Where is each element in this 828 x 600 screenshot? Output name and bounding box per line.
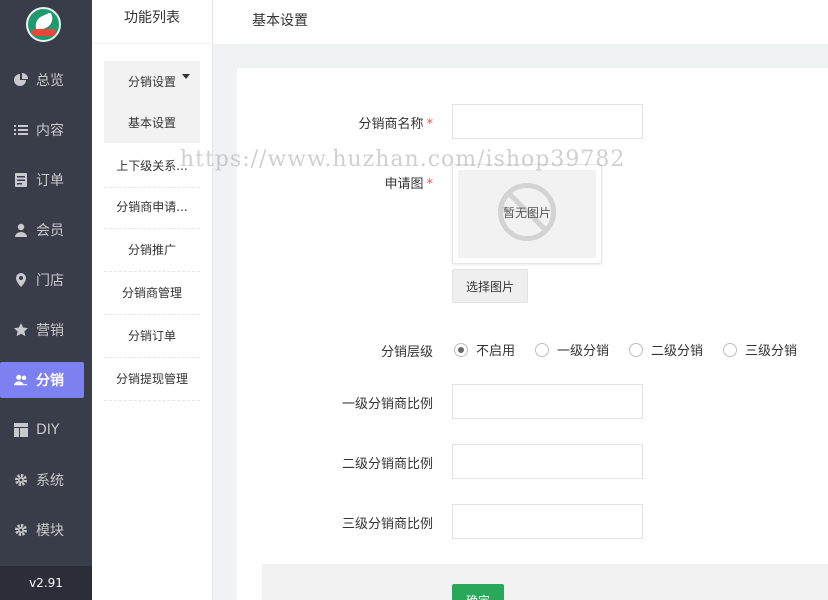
user-icon: [14, 223, 28, 237]
image-preview: 暂无图片: [452, 164, 602, 264]
function-list-panel: 功能列表 分销设置 基本设置 上下级关系... 分销商申请... 分销推广 分销…: [92, 0, 213, 600]
radio-level-1[interactable]: 一级分销: [535, 340, 609, 359]
ratio-level-1-label: 一级分销商比例: [341, 397, 433, 412]
sub-item-applications[interactable]: 分销商申请...: [104, 186, 200, 229]
nav-item-label: 会员: [36, 223, 64, 239]
watermark-text: https://www.huzhan.com/ishop39782: [180, 147, 626, 172]
nav-item-label: 模块: [36, 523, 64, 539]
main-nav: 总览 内容 订单 会员 门店 营销 分销 DIY 系统 模块 v2.91: [0, 0, 92, 600]
function-list-title: 功能列表: [92, 0, 212, 44]
top-bar: 基本设置: [213, 0, 828, 44]
sub-item-basic-settings[interactable]: 基本设置: [104, 103, 200, 143]
nav-item-label: DIY: [36, 422, 60, 438]
caret-down-icon: [182, 74, 190, 79]
nav-item-content[interactable]: 内容: [0, 112, 92, 148]
ratio-level-3-label: 三级分销商比例: [341, 517, 433, 532]
radio-dot: [535, 342, 550, 357]
nav-item-distribution[interactable]: 分销: [0, 362, 84, 398]
gear-icon: [14, 473, 28, 487]
nav-item-system[interactable]: 系统: [0, 462, 92, 498]
nav-item-marketing[interactable]: 营销: [0, 312, 92, 348]
radio-level-3[interactable]: 三级分销: [723, 340, 797, 359]
nav-item-members[interactable]: 会员: [0, 212, 92, 248]
radio-level-2[interactable]: 二级分销: [629, 340, 703, 359]
sub-item-promotion[interactable]: 分销推广: [104, 229, 200, 272]
nav-item-label: 分销: [36, 373, 64, 389]
pie-chart-icon: [14, 73, 28, 87]
sub-item-distributor-management[interactable]: 分销商管理: [104, 272, 200, 315]
nav-item-label: 门店: [36, 273, 64, 289]
radio-dot: [629, 342, 644, 357]
distribution-level-label: 分销层级: [380, 345, 433, 360]
radio-disabled[interactable]: 不启用: [454, 340, 515, 359]
distributor-name-label: 分销商名称 *: [358, 117, 434, 132]
gear-icon: [14, 523, 28, 537]
nav-item-diy[interactable]: DIY: [0, 412, 92, 448]
app-logo[interactable]: [26, 7, 61, 42]
layout-icon: [14, 423, 28, 437]
location-icon: [14, 273, 28, 287]
choose-image-button[interactable]: 选择图片: [452, 269, 528, 303]
distributor-name-input[interactable]: [452, 104, 643, 139]
nav-item-overview[interactable]: 总览: [0, 62, 92, 98]
radio-dot: [723, 342, 738, 357]
nav-item-label: 内容: [36, 123, 64, 139]
breadcrumb[interactable]: 基本设置: [252, 10, 308, 30]
version-label: v2.91: [0, 566, 92, 600]
ratio-level-2-input[interactable]: [452, 444, 643, 479]
sub-item-distribution-orders[interactable]: 分销订单: [104, 315, 200, 358]
ratio-level-2-label: 二级分销商比例: [341, 457, 433, 472]
nav-item-label: 总览: [36, 73, 64, 89]
distribution-level-radios: 不启用 一级分销 二级分销 三级分销: [454, 340, 797, 359]
list-icon: [14, 123, 28, 137]
nav-item-modules[interactable]: 模块: [0, 512, 92, 548]
required-mark: *: [426, 177, 434, 192]
sub-item-withdrawal-management[interactable]: 分销提现管理: [104, 358, 200, 401]
radio-dot: [454, 342, 468, 357]
application-image-label: 申请图 *: [384, 177, 434, 192]
ratio-level-3-input[interactable]: [452, 504, 643, 539]
ratio-level-1-input[interactable]: [452, 384, 643, 419]
required-mark: *: [426, 117, 434, 132]
nav-item-label: 系统: [36, 473, 64, 489]
nav-item-label: 营销: [36, 323, 64, 339]
nav-item-orders[interactable]: 订单: [0, 162, 92, 198]
no-image-text: 暂无图片: [502, 206, 551, 220]
users-icon: [14, 373, 28, 387]
sub-group-title[interactable]: 分销设置: [104, 61, 200, 101]
form-footer: 确定: [262, 564, 828, 600]
sub-group-distribution-settings: 分销设置 基本设置: [104, 61, 200, 143]
nav-item-label: 订单: [36, 173, 64, 189]
star-icon: [14, 323, 28, 337]
nav-item-stores[interactable]: 门店: [0, 262, 92, 298]
order-icon: [14, 173, 28, 187]
submit-button[interactable]: 确定: [452, 584, 504, 600]
